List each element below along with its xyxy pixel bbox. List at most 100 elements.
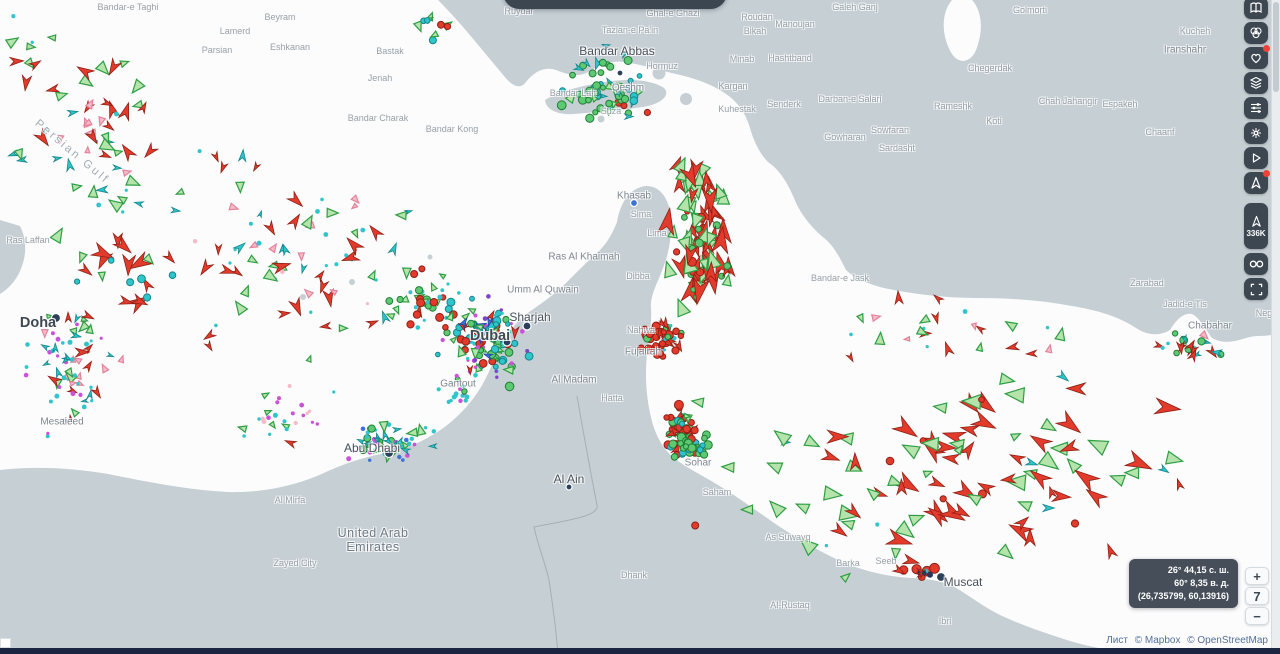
vessel-marker[interactable] — [42, 361, 50, 368]
vessel-marker[interactable] — [466, 357, 469, 360]
vessel-marker[interactable] — [473, 358, 477, 362]
vessel-marker[interactable] — [85, 147, 90, 153]
vessel-marker[interactable] — [45, 127, 50, 132]
vessel-marker[interactable] — [479, 360, 487, 368]
vessel-marker[interactable] — [713, 222, 720, 229]
vessel-marker[interactable] — [98, 272, 106, 281]
vessel-marker[interactable] — [923, 468, 933, 477]
vessel-marker[interactable] — [419, 266, 425, 272]
port-marker[interactable] — [566, 484, 572, 490]
vessel-marker[interactable] — [638, 345, 645, 352]
vessel-marker[interactable] — [327, 208, 338, 217]
vessel-marker[interactable] — [298, 253, 304, 261]
vessel-marker[interactable] — [368, 459, 371, 462]
vessel-marker[interactable] — [352, 229, 361, 239]
vessel-marker[interactable] — [100, 150, 112, 160]
vessel-marker[interactable] — [476, 345, 480, 349]
vessel-marker[interactable] — [58, 385, 62, 389]
vessel-marker[interactable] — [344, 253, 348, 257]
vessel-marker[interactable] — [347, 445, 351, 449]
vessel-marker[interactable] — [198, 149, 202, 153]
vessel-marker[interactable] — [417, 299, 425, 307]
vessel-marker[interactable] — [287, 192, 305, 210]
vessel-marker[interactable] — [193, 239, 197, 243]
vessel-marker[interactable] — [446, 282, 449, 285]
vessel-marker[interactable] — [275, 400, 279, 404]
vessel-marker[interactable] — [659, 341, 665, 347]
vessel-marker[interactable] — [1166, 451, 1184, 467]
vessel-marker[interactable] — [1003, 318, 1017, 331]
vessel-marker[interactable] — [48, 34, 56, 41]
vessel-marker[interactable] — [215, 244, 222, 254]
vessel-marker[interactable] — [683, 425, 690, 432]
vessel-marker[interactable] — [462, 338, 470, 346]
vessel-marker[interactable] — [646, 331, 653, 338]
vessel-marker[interactable] — [273, 413, 278, 418]
vessel-marker[interactable] — [288, 212, 303, 229]
vessel-marker[interactable] — [464, 394, 469, 399]
vessel-marker[interactable] — [61, 341, 65, 345]
vessel-marker[interactable] — [228, 261, 231, 264]
vessel-marker[interactable] — [847, 353, 856, 363]
vessel-marker[interactable] — [665, 334, 670, 339]
vessel-marker[interactable] — [1055, 327, 1067, 341]
vessel-marker[interactable] — [11, 14, 15, 18]
vessel-marker[interactable] — [429, 37, 436, 44]
port-marker[interactable] — [503, 338, 511, 346]
vessel-marker[interactable] — [407, 442, 412, 447]
vessel-marker[interactable] — [672, 297, 690, 317]
vessel-marker[interactable] — [118, 355, 125, 363]
vessel-marker[interactable] — [467, 306, 475, 314]
vessel-marker[interactable] — [359, 446, 367, 454]
vessel-marker[interactable] — [241, 284, 252, 296]
vessel-marker[interactable] — [127, 279, 134, 286]
search-bar[interactable] — [503, 0, 727, 9]
vessel-marker[interactable] — [175, 189, 184, 197]
vessel-marker[interactable] — [680, 421, 685, 426]
vessel-marker[interactable] — [458, 399, 462, 403]
vessel-marker[interactable] — [474, 314, 478, 318]
vessel-marker[interactable] — [96, 203, 101, 208]
vessel-marker[interactable] — [900, 439, 920, 458]
vessel-marker[interactable] — [10, 57, 24, 66]
vessel-marker[interactable] — [343, 234, 363, 255]
vessel-marker[interactable] — [1026, 458, 1039, 468]
vessel-marker[interactable] — [1011, 430, 1022, 440]
vessel-marker[interactable] — [40, 343, 49, 351]
vessel-marker[interactable] — [410, 437, 414, 441]
vessel-marker[interactable] — [765, 497, 785, 518]
vessel-marker[interactable] — [303, 287, 314, 298]
vessel-marker[interactable] — [84, 342, 89, 347]
vessel-marker[interactable] — [927, 572, 933, 578]
vessel-marker[interactable] — [505, 349, 513, 357]
vessel-marker[interactable] — [341, 250, 360, 265]
vessel-marker[interactable] — [630, 97, 638, 105]
vessel-marker[interactable] — [34, 129, 52, 149]
vessel-marker[interactable] — [624, 57, 632, 65]
vessel-marker[interactable] — [593, 90, 598, 95]
vessel-marker[interactable] — [586, 114, 594, 122]
vessel-marker[interactable] — [440, 288, 444, 292]
port-marker[interactable] — [385, 449, 394, 458]
vessel-marker[interactable] — [963, 309, 968, 314]
vessel-marker[interactable] — [741, 505, 752, 514]
vessel-marker[interactable] — [280, 270, 285, 275]
vessel-marker[interactable] — [1000, 373, 1016, 387]
fullscreen-button[interactable] — [1244, 278, 1268, 300]
vessel-marker[interactable] — [824, 486, 843, 502]
vessel-marker[interactable] — [918, 315, 930, 326]
vessel-marker[interactable] — [197, 260, 213, 278]
scrollbar-thumb[interactable] — [1273, 2, 1279, 92]
vessel-marker[interactable] — [407, 321, 414, 328]
vessel-marker[interactable] — [1083, 484, 1107, 507]
vessel-marker[interactable] — [865, 485, 880, 500]
vessel-marker[interactable] — [119, 101, 134, 120]
zoom-in-button[interactable]: + — [1245, 567, 1269, 585]
vessel-marker[interactable] — [299, 264, 306, 273]
vessel-marker[interactable] — [294, 421, 298, 425]
favorites-button[interactable] — [1244, 47, 1268, 69]
vessel-marker[interactable] — [249, 222, 253, 226]
vessel-marker[interactable] — [289, 298, 305, 318]
vessel-marker[interactable] — [450, 382, 453, 385]
vessel-marker[interactable] — [388, 242, 399, 256]
